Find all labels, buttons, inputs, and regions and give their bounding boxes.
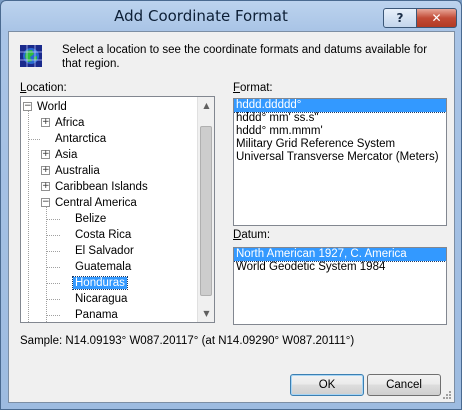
- tree-item-label: Honduras: [72, 276, 128, 290]
- tree-scrollbar[interactable]: ▲ ▼: [197, 97, 214, 322]
- tree-item-label: World: [37, 101, 67, 113]
- format-list-item[interactable]: hddd.ddddd°: [234, 99, 446, 113]
- scroll-thumb[interactable]: [200, 126, 212, 296]
- tree-connector: [46, 299, 60, 300]
- tree-connector: [46, 283, 60, 284]
- tree-item-label: Antarctica: [55, 133, 107, 145]
- tree-item[interactable]: Central America: [53, 195, 139, 211]
- datum-list-item[interactable]: World Geodetic System 1984: [234, 261, 446, 274]
- tree-item-label: Belize: [75, 213, 107, 225]
- format-list[interactable]: hddd.ddddd° hddd° mm' ss.s" hddd° mm.mmm' M…: [233, 98, 447, 226]
- tree-item[interactable]: El Salvador: [73, 243, 136, 259]
- tree-item-label: Africa: [55, 117, 85, 129]
- globe-grid-icon: [20, 45, 42, 67]
- scroll-up-arrow-icon[interactable]: ▲: [198, 97, 214, 114]
- tree-item[interactable]: Caribbean Islands: [53, 179, 150, 195]
- tree-item-label: Caribbean Islands: [55, 181, 148, 193]
- tree-item[interactable]: Guatemala: [73, 259, 133, 275]
- help-button[interactable]: ?: [383, 8, 417, 28]
- tree-item[interactable]: Asia: [53, 147, 79, 163]
- dialog-window: Add Coordinate Format ? ✕ Select a locat…: [0, 0, 462, 410]
- tree-item-label: Asia: [55, 149, 78, 161]
- expand-icon[interactable]: +: [41, 150, 50, 159]
- datum-label: Datum:: [233, 229, 270, 241]
- tree-item-label: Australia: [55, 165, 100, 177]
- tree-connector: [46, 267, 60, 268]
- tree-item[interactable]: Belize: [73, 211, 108, 227]
- tree-item-label: Central America: [55, 197, 137, 209]
- format-label-hotkey: F: [233, 82, 241, 94]
- tree-item-label: Nicaragua: [75, 293, 128, 305]
- tree-connector: [46, 315, 60, 316]
- tree-item[interactable]: Honduras: [72, 275, 128, 291]
- location-tree[interactable]: ▲ ▼ World − Africa + Antarctica Asia + Australi…: [20, 96, 215, 323]
- format-list-item[interactable]: hddd° mm' ss.s": [234, 112, 446, 125]
- title-bar[interactable]: Add Coordinate Format ? ✕: [1, 1, 461, 31]
- tree-connector: [46, 219, 60, 220]
- format-list-item[interactable]: Military Grid Reference System: [234, 138, 446, 151]
- tree-item[interactable]: World: [35, 99, 69, 115]
- dialog-title: Add Coordinate Format: [114, 7, 288, 25]
- tree-connector: [28, 139, 40, 140]
- tree-item[interactable]: Panama: [73, 307, 120, 322]
- resize-grip-icon[interactable]: [442, 390, 452, 400]
- datum-list-item[interactable]: North American 1927, C. America: [234, 248, 446, 262]
- sample-coordinates: Sample: N14.09193° W087.20117° (at N14.0…: [20, 335, 355, 347]
- expand-icon[interactable]: +: [41, 182, 50, 191]
- collapse-icon[interactable]: −: [41, 198, 50, 207]
- collapse-icon[interactable]: −: [23, 102, 32, 111]
- format-label: Format:: [233, 82, 273, 94]
- tree-item-label: Costa Rica: [75, 229, 132, 241]
- tree-connector: [46, 207, 47, 322]
- format-label-text: ormat:: [240, 82, 273, 94]
- format-list-item[interactable]: hddd° mm.mmm': [234, 125, 446, 138]
- datum-list[interactable]: North American 1927, C. America World Geo…: [233, 247, 447, 325]
- tree-item-label: El Salvador: [75, 245, 134, 257]
- cancel-button[interactable]: Cancel: [367, 374, 441, 396]
- ok-button[interactable]: OK: [290, 374, 364, 396]
- location-label: Location:: [20, 82, 67, 94]
- expand-icon[interactable]: +: [41, 118, 50, 127]
- location-label-text: ocation:: [26, 82, 67, 94]
- format-list-item[interactable]: Universal Transverse Mercator (Meters): [234, 151, 446, 164]
- tree-item[interactable]: Africa: [53, 115, 86, 131]
- tree-item-label: Panama: [75, 309, 118, 321]
- tree-item-label: Guatemala: [75, 261, 132, 273]
- expand-icon[interactable]: +: [41, 166, 50, 175]
- tree-connector: [28, 111, 29, 322]
- scroll-down-arrow-icon[interactable]: ▼: [198, 305, 214, 322]
- tree-connector: [46, 251, 60, 252]
- tree-item[interactable]: Australia: [53, 163, 102, 179]
- tree-item[interactable]: Costa Rica: [73, 227, 133, 243]
- intro-text: Select a location to see the coordinate …: [62, 44, 428, 70]
- datum-label-text: atum:: [241, 229, 271, 241]
- tree-connector: [46, 235, 60, 236]
- close-button[interactable]: ✕: [416, 8, 457, 28]
- tree-item[interactable]: Nicaragua: [73, 291, 129, 307]
- dialog-body: Select a location to see the coordinate …: [8, 31, 455, 403]
- tree-item[interactable]: Antarctica: [53, 131, 108, 147]
